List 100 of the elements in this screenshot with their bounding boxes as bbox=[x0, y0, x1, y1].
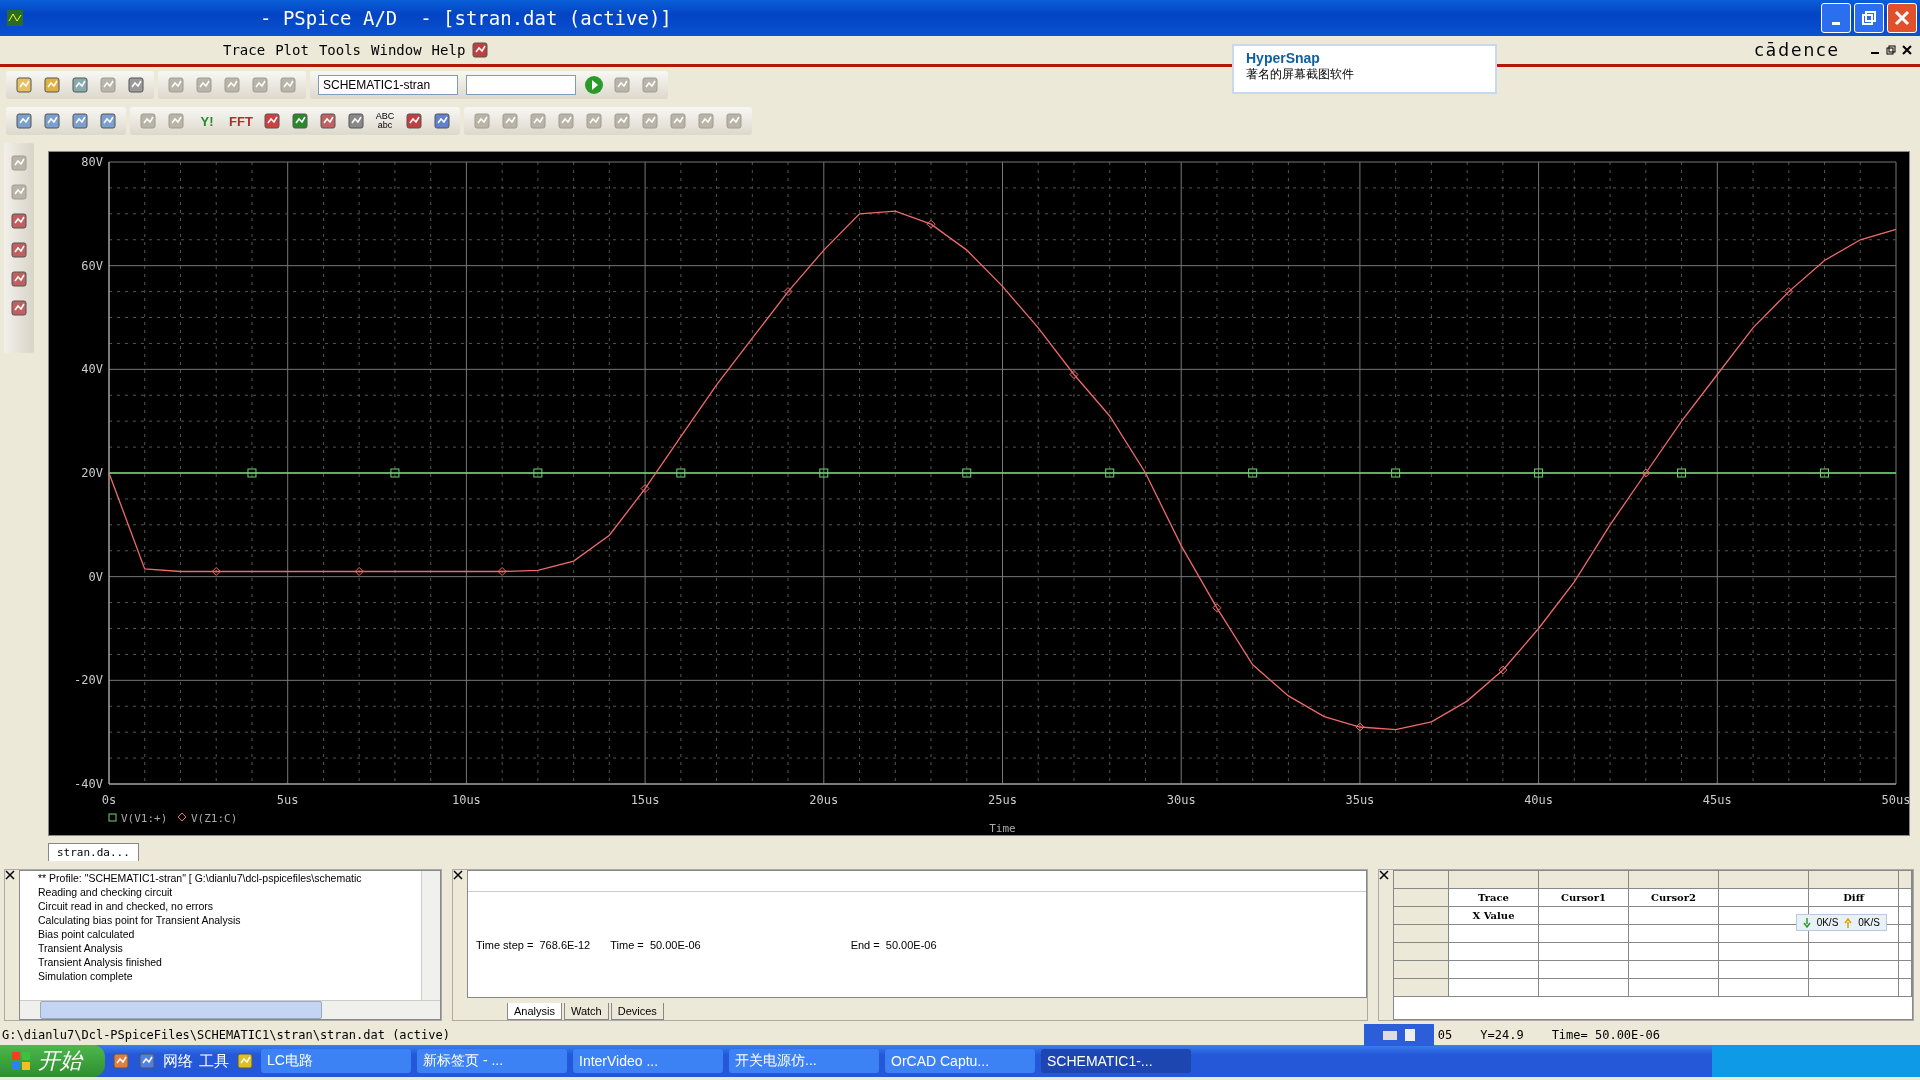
brand-logo: cādence bbox=[1754, 40, 1840, 60]
point bbox=[1534, 468, 1544, 478]
close-icon[interactable] bbox=[1379, 870, 1389, 880]
text-field[interactable] bbox=[466, 75, 576, 95]
popup-text: 著名的屏幕截图软件 bbox=[1246, 66, 1355, 83]
y-tick-label: 40V bbox=[81, 362, 103, 377]
scroll-thumb[interactable] bbox=[40, 1001, 322, 1019]
column-header: Cursor2 bbox=[1629, 889, 1719, 907]
close-icon[interactable] bbox=[5, 870, 15, 880]
column-header: Cursor1 bbox=[1539, 889, 1629, 907]
point bbox=[354, 566, 364, 576]
document-tab[interactable]: stran.da... bbox=[48, 843, 139, 861]
close-button[interactable] bbox=[1887, 3, 1917, 33]
log-line: Circuit read in and checked, no errors bbox=[38, 899, 215, 913]
toolbar-button[interactable]: ABC abc bbox=[374, 112, 396, 130]
time-readout: Time= 50.00E-06 bbox=[1551, 1028, 1660, 1042]
taskbar-button[interactable]: InterVideo ... bbox=[573, 1049, 723, 1073]
legend-label: V(V1:+) bbox=[121, 812, 168, 825]
window-title: - PSpice A/D - [stran.dat (active)] bbox=[260, 7, 673, 29]
down-arrow-icon bbox=[1802, 917, 1811, 928]
point bbox=[819, 468, 829, 478]
app-icon bbox=[6, 9, 24, 27]
point bbox=[1784, 287, 1794, 297]
scrollbar[interactable] bbox=[421, 871, 440, 1000]
point bbox=[390, 468, 400, 478]
help-icon[interactable] bbox=[1403, 1028, 1416, 1042]
y-tick-label: -40V bbox=[74, 777, 103, 791]
x-tick-label: 40us bbox=[1524, 793, 1554, 807]
point bbox=[962, 468, 972, 478]
x-axis-title: Time bbox=[989, 822, 1016, 835]
menu-item[interactable]: Trace bbox=[218, 42, 271, 58]
point bbox=[1069, 370, 1079, 380]
status-path: G:\dianlu7\Dcl-PSpiceFiles\SCHEMATIC1\stran\stran.dat (active) bbox=[2, 1028, 450, 1042]
taskbar-button[interactable]: 新标签页 - ... bbox=[417, 1049, 567, 1073]
point bbox=[640, 484, 650, 494]
legend-label: V(Z1:C) bbox=[191, 812, 238, 825]
point bbox=[1355, 722, 1365, 732]
point bbox=[1820, 468, 1830, 478]
legend-entry: V(V1:+) bbox=[108, 812, 168, 825]
menu-item[interactable]: Plot bbox=[270, 42, 314, 58]
chart-icon[interactable] bbox=[262, 111, 282, 131]
point bbox=[1105, 468, 1115, 478]
column-header: Diff bbox=[1809, 889, 1899, 907]
y-tick-label: -20V bbox=[74, 673, 103, 688]
menu-item[interactable]: Help bbox=[426, 42, 471, 58]
x-tick-label: 0s bbox=[101, 793, 117, 807]
y-tick-label: 20V bbox=[81, 466, 103, 480]
column-header: Trace bbox=[1449, 889, 1539, 907]
x-tick-label: 30us bbox=[1166, 793, 1196, 807]
minimize-icon bbox=[1832, 21, 1840, 25]
log-line: Simulation complete bbox=[38, 969, 134, 983]
toolbar-button[interactable]: Y! bbox=[194, 114, 220, 128]
restore-icon[interactable] bbox=[1886, 45, 1896, 55]
point bbox=[926, 219, 936, 229]
x-tick-label: 20us bbox=[809, 793, 839, 807]
run-icon[interactable] bbox=[584, 75, 604, 95]
scrollbar[interactable] bbox=[20, 1000, 440, 1019]
taskbar-button[interactable]: LC电路 bbox=[261, 1049, 411, 1073]
y-tick-label: 80V bbox=[81, 155, 103, 169]
y-readout: Y=24.9 bbox=[1480, 1028, 1524, 1042]
toolbar-menu[interactable]: 工具 bbox=[199, 1051, 229, 1071]
taskbar-button[interactable]: 开关电源仿... bbox=[729, 1049, 879, 1073]
log-line: Bias point calculated bbox=[38, 927, 136, 941]
toolbar-button[interactable]: FFT bbox=[228, 114, 254, 128]
menu-item[interactable]: Window bbox=[366, 42, 427, 58]
log-line: Transient Analysis bbox=[38, 941, 124, 955]
point bbox=[247, 468, 257, 478]
plot-icon[interactable] bbox=[404, 111, 424, 131]
point bbox=[497, 566, 507, 576]
minimize-button[interactable] bbox=[1821, 3, 1851, 33]
line-chart-icon[interactable] bbox=[318, 111, 338, 131]
time-step-text: Time step = 768.6E-12 bbox=[476, 938, 591, 951]
profile-field[interactable]: SCHEMATIC1-stran bbox=[318, 75, 458, 95]
menu-item[interactable]: Tools bbox=[313, 42, 367, 58]
panel-tab[interactable]: Devices bbox=[610, 1003, 664, 1020]
x-tick-label: 10us bbox=[451, 793, 481, 807]
close-icon bbox=[1894, 10, 1910, 26]
end-text: End = 50.00E-06 bbox=[850, 938, 937, 951]
point bbox=[1248, 468, 1258, 478]
taskbar-button[interactable]: OrCAD Captu... bbox=[885, 1049, 1035, 1073]
point bbox=[533, 468, 543, 478]
keyboard-icon[interactable] bbox=[1381, 1029, 1398, 1041]
panel-tab[interactable]: Watch bbox=[563, 1003, 609, 1020]
waveform-icon[interactable] bbox=[9, 240, 29, 260]
row-label: X Value bbox=[1449, 907, 1539, 925]
legend-entry: V(Z1:C) bbox=[177, 812, 238, 825]
close-icon[interactable] bbox=[1902, 45, 1912, 55]
restore-icon bbox=[1861, 10, 1877, 26]
point bbox=[676, 468, 686, 478]
language-bar[interactable] bbox=[1363, 1024, 1434, 1046]
point bbox=[211, 566, 221, 576]
point bbox=[783, 287, 793, 297]
toolbar-menu[interactable]: 网络 bbox=[163, 1051, 193, 1071]
point bbox=[1677, 468, 1687, 478]
panel-tab[interactable]: Analysis bbox=[507, 1003, 562, 1020]
x-tick-label: 15us bbox=[630, 793, 660, 807]
close-icon[interactable] bbox=[453, 870, 463, 880]
restore-button[interactable] bbox=[1854, 3, 1884, 33]
log-line: Reading and checking circuit bbox=[38, 885, 174, 899]
taskbar-button[interactable]: SCHEMATIC1-... bbox=[1041, 1049, 1191, 1073]
